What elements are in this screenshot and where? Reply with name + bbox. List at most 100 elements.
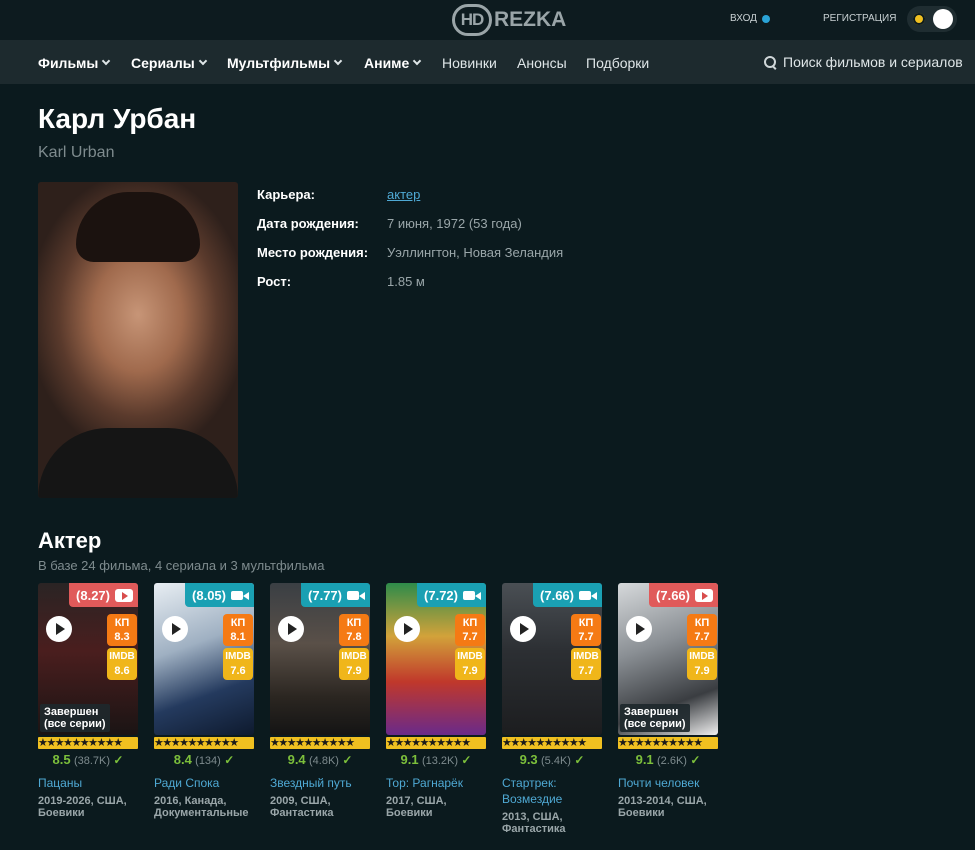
- nav-label: Мультфильмы: [227, 55, 331, 71]
- film-poster[interactable]: (7.72) КП 7.7 IMDB 7.9: [386, 583, 486, 735]
- kp-rating: КП 8.3: [107, 614, 137, 646]
- rating-value: (7.77): [308, 587, 342, 603]
- score-value: 9.3: [519, 752, 538, 767]
- info-value-career-link[interactable]: актер: [387, 187, 420, 202]
- person-photo: [38, 182, 238, 498]
- film-poster[interactable]: (8.27) КП 8.3 IMDB 8.6 Завершен (все сер…: [38, 583, 138, 735]
- film-title-link[interactable]: Тор: Рагнарёк: [386, 775, 486, 791]
- nav-item-anime[interactable]: Аниме: [364, 55, 422, 71]
- film-title-link[interactable]: Пацаны: [38, 775, 138, 791]
- nav-label: Сериалы: [131, 55, 195, 71]
- rating-value: (8.27): [76, 587, 110, 603]
- play-icon[interactable]: [46, 616, 72, 642]
- user-score: 9.1 (13.2K) ✓: [386, 752, 486, 767]
- rating-badge: (8.05): [185, 583, 254, 607]
- star-rating[interactable]: ★★★★★★★★★★: [386, 737, 486, 749]
- votes-count: (4.8K): [309, 755, 339, 767]
- imdb-label: IMDB: [689, 651, 715, 662]
- check-icon: ✓: [574, 753, 585, 767]
- star-rating[interactable]: ★★★★★★★★★★: [618, 737, 718, 749]
- score-value: 8.5: [52, 752, 71, 767]
- film-poster[interactable]: (8.05) КП 8.1 IMDB 7.6: [154, 583, 254, 735]
- user-score: 9.1 (2.6K) ✓: [618, 752, 718, 767]
- film-poster[interactable]: (7.66) КП 7.7 IMDB 7.9 Завершен (все сер…: [618, 583, 718, 735]
- nav-item-announcements[interactable]: Анонсы: [517, 55, 567, 71]
- rating-badge: (8.27): [69, 583, 138, 607]
- imdb-rating: IMDB 7.6: [223, 648, 253, 680]
- check-icon: ✓: [342, 753, 353, 767]
- chevron-down-icon: [102, 56, 111, 66]
- film-card[interactable]: (7.66) КП 7.7 IMDB 7.9 Завершен (все сер…: [618, 583, 718, 819]
- play-icon[interactable]: [510, 616, 536, 642]
- imdb-value: 7.6: [230, 665, 246, 677]
- nav-item-collections[interactable]: Подборки: [586, 55, 649, 71]
- photo-shirt: [38, 428, 238, 498]
- imdb-rating: IMDB 7.9: [455, 648, 485, 680]
- score-value: 9.4: [287, 752, 306, 767]
- rating-value: (7.66): [540, 587, 574, 603]
- kp-rating: КП 8.1: [223, 614, 253, 646]
- play-icon[interactable]: [626, 616, 652, 642]
- imdb-rating: IMDB 7.9: [339, 648, 369, 680]
- imdb-value: 7.9: [346, 665, 362, 677]
- film-poster[interactable]: (7.66) КП 7.7 IMDB 7.7: [502, 583, 602, 735]
- imdb-label: IMDB: [225, 651, 251, 662]
- star-rating[interactable]: ★★★★★★★★★★: [502, 737, 602, 749]
- nav-item-series[interactable]: Сериалы: [131, 55, 207, 71]
- votes-count: (5.4K): [541, 755, 571, 767]
- imdb-label: IMDB: [457, 651, 483, 662]
- play-icon[interactable]: [394, 616, 420, 642]
- film-title-link[interactable]: Звездный путь: [270, 775, 370, 791]
- search-icon: [764, 55, 777, 69]
- film-meta: 2013, США, Фантастика: [502, 811, 566, 835]
- film-poster[interactable]: (7.77) КП 7.8 IMDB 7.9: [270, 583, 370, 735]
- user-score: 9.3 (5.4K) ✓: [502, 752, 602, 767]
- kp-rating: КП 7.7: [687, 614, 717, 646]
- nav-item-films[interactable]: Фильмы: [38, 55, 111, 71]
- search-field[interactable]: Поиск фильмов и сериалов: [764, 54, 963, 70]
- check-icon: ✓: [461, 753, 472, 767]
- sun-icon: [913, 13, 925, 25]
- kp-value: 7.7: [462, 631, 478, 643]
- play-icon[interactable]: [162, 616, 188, 642]
- info-label-birthdate: Дата рождения:: [257, 216, 359, 231]
- nav-item-new[interactable]: Новинки: [442, 55, 497, 71]
- chevron-down-icon: [198, 56, 207, 66]
- login-link[interactable]: ВХОД: [730, 13, 770, 24]
- imdb-rating: IMDB 7.9: [687, 648, 717, 680]
- film-title-link[interactable]: Стартрек: Возмездие: [502, 775, 602, 807]
- page-title: Карл Урбан: [38, 103, 197, 134]
- site-logo[interactable]: HD REZKA: [452, 2, 566, 38]
- star-rating[interactable]: ★★★★★★★★★★: [154, 737, 254, 749]
- film-title-link[interactable]: Почти человек: [618, 775, 718, 791]
- nav-item-cartoons[interactable]: Мультфильмы: [227, 55, 343, 71]
- logo-rezka: REZKA: [494, 8, 567, 31]
- chevron-down-icon: [333, 56, 343, 66]
- original-name: Karl Urban: [38, 144, 115, 161]
- film-card[interactable]: (7.72) КП 7.7 IMDB 7.9 ★★★★★★★★★★ 9.1 (1…: [386, 583, 486, 819]
- info-value-birthplace: Уэллингтон, Новая Зеландия: [387, 245, 564, 260]
- theme-toggle[interactable]: [907, 6, 957, 32]
- film-card[interactable]: (8.05) КП 8.1 IMDB 7.6 ★★★★★★★★★★ 8.4 (1…: [154, 583, 254, 819]
- info-label-career: Карьера:: [257, 187, 315, 202]
- film-title-link[interactable]: Ради Спока: [154, 775, 254, 791]
- kp-value: 7.7: [694, 631, 710, 643]
- film-card[interactable]: (7.66) КП 7.7 IMDB 7.7 ★★★★★★★★★★ 9.3 (5…: [502, 583, 602, 835]
- imdb-value: 7.7: [578, 665, 594, 677]
- register-link[interactable]: РЕГИСТРАЦИЯ: [823, 13, 896, 24]
- youtube-icon: [695, 588, 713, 602]
- votes-count: (13.2K): [421, 755, 459, 767]
- film-card[interactable]: (7.77) КП 7.8 IMDB 7.9 ★★★★★★★★★★ 9.4 (4…: [270, 583, 370, 819]
- kp-label: КП: [230, 617, 246, 629]
- star-icons: ★★★★★★★★★★: [270, 737, 355, 749]
- kp-rating: КП 7.8: [339, 614, 369, 646]
- film-card[interactable]: (8.27) КП 8.3 IMDB 8.6 Завершен (все сер…: [38, 583, 138, 819]
- play-icon[interactable]: [278, 616, 304, 642]
- top-bar: HD REZKA ВХОД РЕГИСТРАЦИЯ: [0, 0, 975, 40]
- status-badge: Завершен (все серии): [620, 704, 690, 732]
- score-value: 9.1: [400, 752, 419, 767]
- film-meta: 2019-2026, США, Боевики: [38, 795, 127, 819]
- kp-value: 8.1: [230, 631, 246, 643]
- star-rating[interactable]: ★★★★★★★★★★: [38, 737, 138, 749]
- star-rating[interactable]: ★★★★★★★★★★: [270, 737, 370, 749]
